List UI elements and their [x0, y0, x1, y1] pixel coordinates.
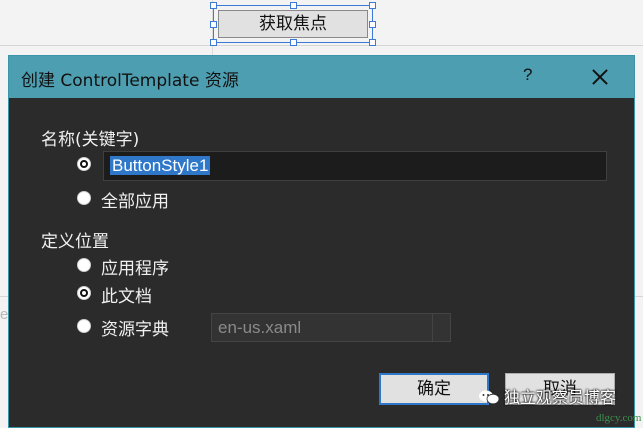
- resource-dictionary-label: 资源字典: [101, 320, 169, 340]
- focus-button[interactable]: 获取焦点: [218, 10, 368, 38]
- resource-dictionary-value: en-us.xaml: [218, 318, 302, 337]
- resource-dictionary-radio[interactable]: [77, 319, 91, 333]
- this-document-radio[interactable]: [77, 286, 91, 300]
- application-label: 应用程序: [101, 259, 169, 279]
- watermark: 独立观察员博客: [478, 384, 616, 408]
- dialog-titlebar[interactable]: 创建 ControlTemplate 资源 ?: [9, 56, 634, 98]
- apply-all-label: 全部应用: [101, 192, 169, 212]
- application-radio[interactable]: [77, 258, 91, 272]
- resource-name-value: ButtonStyle1: [110, 156, 211, 175]
- close-icon[interactable]: [583, 60, 617, 94]
- dialog-title: 创建 ControlTemplate 资源: [21, 71, 239, 91]
- ok-button[interactable]: 确定: [379, 373, 489, 405]
- designer-guide-line: [0, 45, 643, 46]
- resource-name-input[interactable]: ButtonStyle1: [103, 151, 607, 181]
- wechat-icon: [479, 390, 500, 405]
- help-button[interactable]: ?: [523, 65, 532, 85]
- create-controltemplate-dialog: 创建 ControlTemplate 资源 ? 名称(关键字) ButtonSt…: [8, 55, 635, 428]
- name-section-label: 名称(关键字): [41, 130, 140, 150]
- apply-all-radio[interactable]: [77, 191, 91, 205]
- watermark-domain: dlgcy.com: [596, 412, 642, 424]
- this-document-label: 此文档: [101, 287, 152, 307]
- define-section-label: 定义位置: [41, 232, 109, 252]
- name-radio[interactable]: [77, 157, 91, 171]
- chevron-down-icon[interactable]: [432, 314, 450, 341]
- resource-dictionary-combo[interactable]: en-us.xaml: [211, 313, 451, 342]
- watermark-text: 独立观察员博客: [504, 388, 617, 407]
